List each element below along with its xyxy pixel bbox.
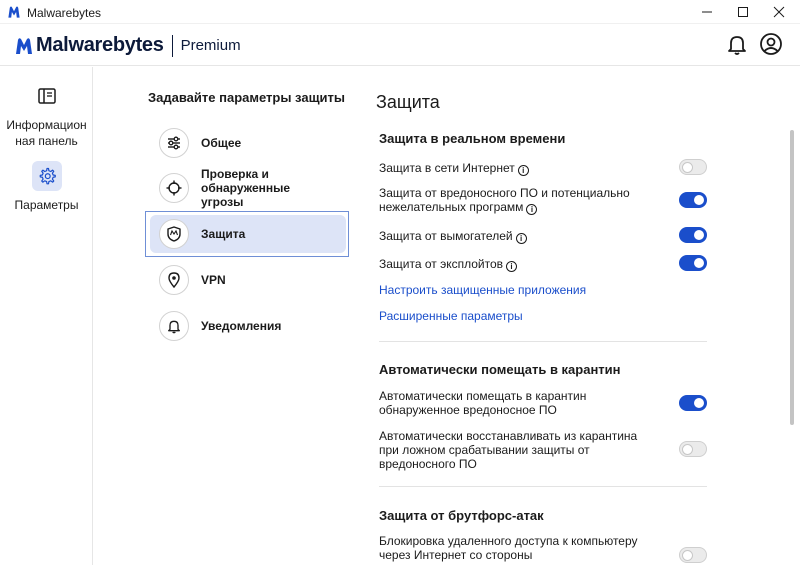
app-header: Malwarebytes Premium — [0, 24, 800, 66]
setting-label: Автоматически восстанавливать из каранти… — [379, 429, 638, 471]
gear-icon — [31, 161, 62, 191]
sidebar-item-dashboard[interactable]: Информацион ная панель — [0, 81, 93, 149]
setting-row-auto-quarantine: Автоматически помещать в карантин обнару… — [379, 389, 709, 419]
toggle-exploit-protection[interactable] — [679, 255, 707, 271]
setting-label: Автоматически помещать в карантин обнару… — [379, 389, 587, 417]
setting-label: Защита от вредоносного ПО и потенциально… — [379, 186, 630, 215]
category-label: VPN — [201, 273, 226, 287]
setting-row-bruteforce: Блокировка удаленного доступа к компьюте… — [379, 534, 709, 565]
setting-label: Защита от эксплойтов i — [379, 257, 518, 272]
setting-label: Защита от вымогателей i — [379, 229, 527, 244]
page-title: Защита — [376, 92, 440, 112]
bell-icon[interactable] — [725, 32, 749, 56]
bell-icon — [159, 311, 189, 341]
category-protection[interactable]: Защита — [150, 215, 346, 253]
setting-label: Защита в сети Интернет i — [379, 161, 529, 176]
crosshair-icon — [159, 173, 189, 203]
maximize-button[interactable] — [725, 0, 761, 24]
brand-name: Malwarebytes — [36, 34, 164, 56]
sidebar-item-settings[interactable]: Параметры — [0, 161, 93, 213]
category-notifications[interactable]: Уведомления — [150, 307, 346, 345]
toggle-ransomware-protection[interactable] — [679, 227, 707, 243]
setting-row-exploit-protection: Защита от эксплойтов i — [379, 255, 709, 272]
section-divider — [379, 486, 707, 487]
scrollbar[interactable] — [790, 130, 794, 425]
title-bar: Malwarebytes — [0, 0, 800, 24]
minimize-icon — [702, 11, 712, 13]
setting-row-web-protection: Защита в сети Интернет i — [379, 159, 709, 176]
setting-row-malware-protection: Защита от вредоносного ПО и потенциально… — [379, 186, 709, 216]
category-vpn[interactable]: VPN — [150, 261, 346, 299]
sidebar-item-label: Параметры — [14, 198, 79, 212]
dashboard-icon — [32, 81, 62, 111]
info-icon[interactable]: i — [515, 233, 527, 244]
close-icon — [773, 6, 785, 18]
info-icon[interactable]: i — [526, 204, 538, 215]
maximize-icon — [738, 7, 748, 17]
category-label: Уведомления — [201, 319, 282, 333]
setting-row-auto-restore: Автоматически восстанавливать из каранти… — [379, 429, 709, 473]
category-general[interactable]: Общее — [150, 124, 346, 162]
toggle-auto-restore[interactable] — [679, 441, 707, 457]
malwarebytes-logo-icon — [8, 6, 20, 18]
section-divider — [379, 341, 707, 342]
configure-protected-apps-link[interactable]: Настроить защищенные приложения — [379, 283, 586, 297]
window-title: Malwarebytes — [27, 6, 102, 20]
category-label: Общее — [201, 136, 242, 150]
advanced-settings-link[interactable]: Расширенные параметры — [379, 309, 523, 323]
account-icon[interactable] — [759, 32, 783, 56]
section-title-quarantine: Автоматически помещать в карантин — [379, 362, 621, 377]
toggle-malware-protection[interactable] — [679, 192, 707, 208]
location-pin-icon — [159, 265, 189, 295]
category-scan-threats[interactable]: Проверка и обнаруженные угрозы — [150, 167, 346, 209]
sidebar: Информацион ная панель Параметры — [0, 67, 93, 565]
section-title-realtime: Защита в реальном времени — [379, 131, 566, 146]
close-button[interactable] — [761, 0, 797, 24]
shield-icon — [159, 219, 189, 249]
categories-title: Задавайте параметры защиты — [148, 90, 346, 105]
toggle-auto-quarantine[interactable] — [679, 395, 707, 411]
info-icon[interactable]: i — [506, 261, 518, 272]
category-label: Защита — [201, 227, 246, 241]
minimize-button[interactable] — [689, 0, 725, 24]
toggle-bruteforce[interactable] — [679, 547, 707, 563]
info-icon[interactable]: i — [517, 165, 529, 176]
malwarebytes-logo-icon — [16, 37, 32, 54]
category-label: Проверка и обнаруженные угрозы — [201, 167, 291, 209]
sliders-icon — [159, 128, 189, 158]
toggle-web-protection[interactable] — [679, 159, 707, 175]
section-title-bruteforce: Защита от брутфорс-атак — [379, 508, 544, 523]
brand-logo: Malwarebytes Premium — [14, 34, 241, 57]
setting-label: Блокировка удаленного доступа к компьюте… — [379, 534, 638, 565]
setting-row-ransomware-protection: Защита от вымогателей i — [379, 227, 709, 244]
brand-edition: Premium — [180, 37, 241, 54]
sidebar-item-label: Информацион ная панель — [6, 118, 87, 148]
brand-separator — [171, 34, 173, 57]
